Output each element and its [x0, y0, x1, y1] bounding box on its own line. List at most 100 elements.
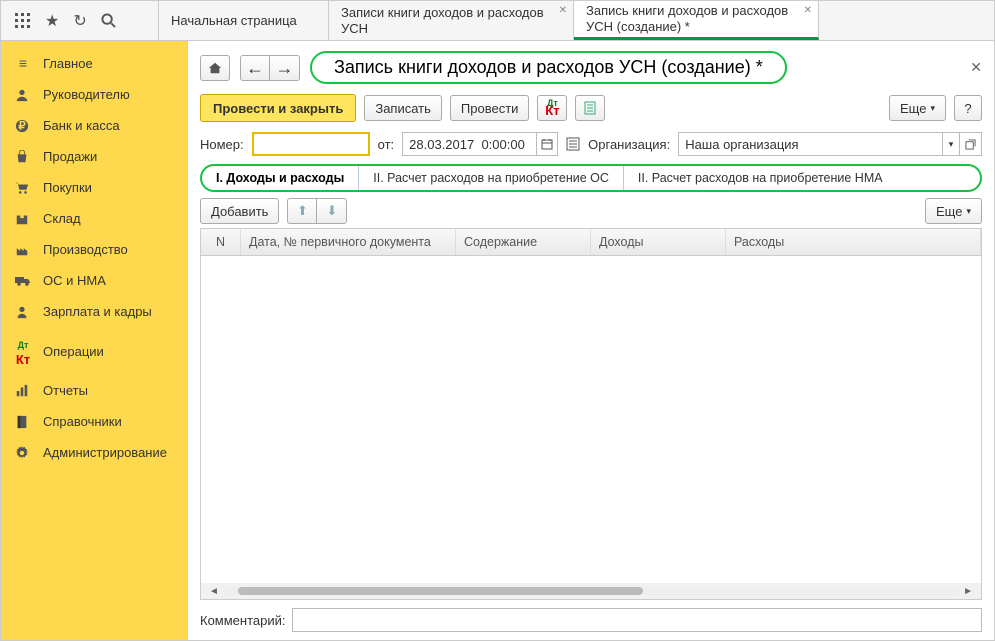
tab-strip: Начальная страница Записи книги доходов …: [159, 1, 994, 40]
sub-tab-strip: I. Доходы и расходы II. Расчет расходов …: [200, 164, 982, 192]
chevron-down-icon[interactable]: ▾: [942, 132, 960, 156]
bag-icon: [15, 150, 31, 164]
table-more-button[interactable]: Еще: [925, 198, 982, 224]
sidebar-item-warehouse[interactable]: Склад: [1, 203, 187, 234]
tab-label: Начальная страница: [171, 13, 297, 29]
star-icon[interactable]: ★: [45, 11, 59, 31]
post-button[interactable]: Провести: [450, 95, 530, 121]
content-area: ← → Запись книги доходов и расходов УСН …: [188, 41, 994, 640]
table-body[interactable]: [201, 256, 981, 583]
col-content[interactable]: Содержание: [456, 229, 591, 255]
org-input[interactable]: [678, 132, 942, 156]
sidebar-item-label: Покупки: [43, 180, 92, 195]
top-bar: ★ ↻ Начальная страница Записи книги дохо…: [1, 1, 994, 41]
sidebar-item-label: Отчеты: [43, 383, 88, 398]
sidebar-item-label: Банк и касса: [43, 118, 120, 133]
comment-input[interactable]: [292, 608, 983, 632]
history-icon[interactable]: ↻: [73, 11, 86, 31]
topbar-icon-group: ★ ↻: [1, 1, 159, 40]
header-fields: Номер: от: Организация: ▾: [200, 132, 982, 156]
number-input[interactable]: [252, 132, 370, 156]
sidebar-item-assets[interactable]: ОС и НМА: [1, 265, 187, 296]
sidebar-item-label: Склад: [43, 211, 81, 226]
sidebar-item-manager[interactable]: Руководителю: [1, 79, 187, 110]
sidebar-item-label: Продажи: [43, 149, 97, 164]
col-expense[interactable]: Расходы: [726, 229, 981, 255]
col-n[interactable]: N: [201, 229, 241, 255]
number-label: Номер:: [200, 137, 244, 152]
factory-icon: [15, 243, 31, 257]
truck-icon: [15, 275, 31, 287]
scroll-left-icon[interactable]: ◄: [205, 586, 223, 597]
date-input[interactable]: [402, 132, 536, 156]
org-select: ▾: [678, 132, 982, 156]
comment-label: Комментарий:: [200, 613, 286, 628]
menu-icon: ≡: [15, 55, 31, 71]
date-field: [402, 132, 558, 156]
chart-icon: [15, 384, 31, 398]
scroll-right-icon[interactable]: ►: [959, 586, 977, 597]
sidebar-item-main[interactable]: ≡ Главное: [1, 47, 187, 79]
org-label: Организация:: [588, 137, 670, 152]
sidebar-item-sales[interactable]: Продажи: [1, 141, 187, 172]
tab-home[interactable]: Начальная страница: [159, 1, 329, 40]
search-icon[interactable]: [101, 13, 116, 28]
sidebar-item-hr[interactable]: Зарплата и кадры: [1, 296, 187, 327]
forward-button[interactable]: →: [270, 55, 300, 81]
tab-record-create[interactable]: Запись книги доходов и расходов УСН (соз…: [574, 1, 819, 40]
subtab-nma[interactable]: II. Расчет расходов на приобретение НМА: [624, 166, 897, 190]
sidebar-item-label: Руководителю: [43, 87, 130, 102]
sidebar-item-admin[interactable]: Администрирование: [1, 437, 187, 468]
page-title: Запись книги доходов и расходов УСН (соз…: [310, 51, 787, 84]
help-button[interactable]: ?: [954, 95, 982, 121]
sidebar-item-production[interactable]: Производство: [1, 234, 187, 265]
tab-label: Запись книги доходов и расходов УСН (соз…: [586, 3, 806, 34]
comment-row: Комментарий:: [200, 608, 982, 632]
open-external-icon[interactable]: [960, 132, 982, 156]
col-date-doc[interactable]: Дата, № первичного документа: [241, 229, 456, 255]
sidebar-item-purchases[interactable]: Покупки: [1, 172, 187, 203]
col-income[interactable]: Доходы: [591, 229, 726, 255]
subtab-os[interactable]: II. Расчет расходов на приобретение ОС: [359, 166, 624, 190]
sidebar: ≡ Главное Руководителю ₽ Банк и касса Прод…: [1, 41, 188, 640]
cart-icon: [15, 181, 31, 195]
table-header: N Дата, № первичного документа Содержани…: [201, 229, 981, 256]
sidebar-item-label: Зарплата и кадры: [43, 304, 152, 319]
box-icon: [15, 212, 31, 226]
sidebar-item-bank[interactable]: ₽ Банк и касса: [1, 110, 187, 141]
svg-text:₽: ₽: [18, 120, 25, 132]
write-button[interactable]: Записать: [364, 95, 442, 121]
dtkt-icon: ДтКт: [15, 335, 31, 367]
org-quick-icon[interactable]: [566, 137, 580, 151]
add-button[interactable]: Добавить: [200, 198, 279, 224]
sidebar-item-reports[interactable]: Отчеты: [1, 375, 187, 406]
home-button[interactable]: [200, 55, 230, 81]
tab-label: Записи книги доходов и расходов УСН: [341, 5, 561, 36]
close-page-button[interactable]: ✕: [970, 59, 982, 76]
apps-icon[interactable]: [15, 13, 31, 29]
subtab-income-expense[interactable]: I. Доходы и расходы: [202, 166, 359, 190]
tab-records[interactable]: Записи книги доходов и расходов УСН ✕: [329, 1, 574, 40]
sidebar-item-catalogs[interactable]: Справочники: [1, 406, 187, 437]
data-table: N Дата, № первичного документа Содержани…: [200, 228, 982, 600]
manager-icon: [15, 88, 31, 102]
close-icon[interactable]: ✕: [559, 5, 567, 16]
sidebar-item-label: Справочники: [43, 414, 122, 429]
sidebar-item-label: ОС и НМА: [43, 273, 106, 288]
action-toolbar: Провести и закрыть Записать Провести ДтК…: [200, 94, 982, 122]
back-button[interactable]: ←: [240, 55, 270, 81]
book-icon: [15, 415, 31, 429]
more-button[interactable]: Еще: [889, 95, 946, 121]
dtkt-button[interactable]: ДтКт: [537, 95, 567, 121]
calendar-icon[interactable]: [536, 132, 558, 156]
move-down-button[interactable]: ⬇: [317, 198, 347, 224]
sidebar-item-label: Операции: [43, 344, 104, 359]
move-up-button[interactable]: ⬆: [287, 198, 317, 224]
sidebar-item-operations[interactable]: ДтКт Операции: [1, 327, 187, 375]
post-and-close-button[interactable]: Провести и закрыть: [200, 94, 356, 122]
horizontal-scrollbar[interactable]: ◄ ►: [201, 583, 981, 599]
sidebar-item-label: Главное: [43, 56, 93, 71]
person-icon: [15, 305, 31, 319]
document-button[interactable]: [575, 95, 605, 121]
close-icon[interactable]: ✕: [804, 5, 812, 16]
